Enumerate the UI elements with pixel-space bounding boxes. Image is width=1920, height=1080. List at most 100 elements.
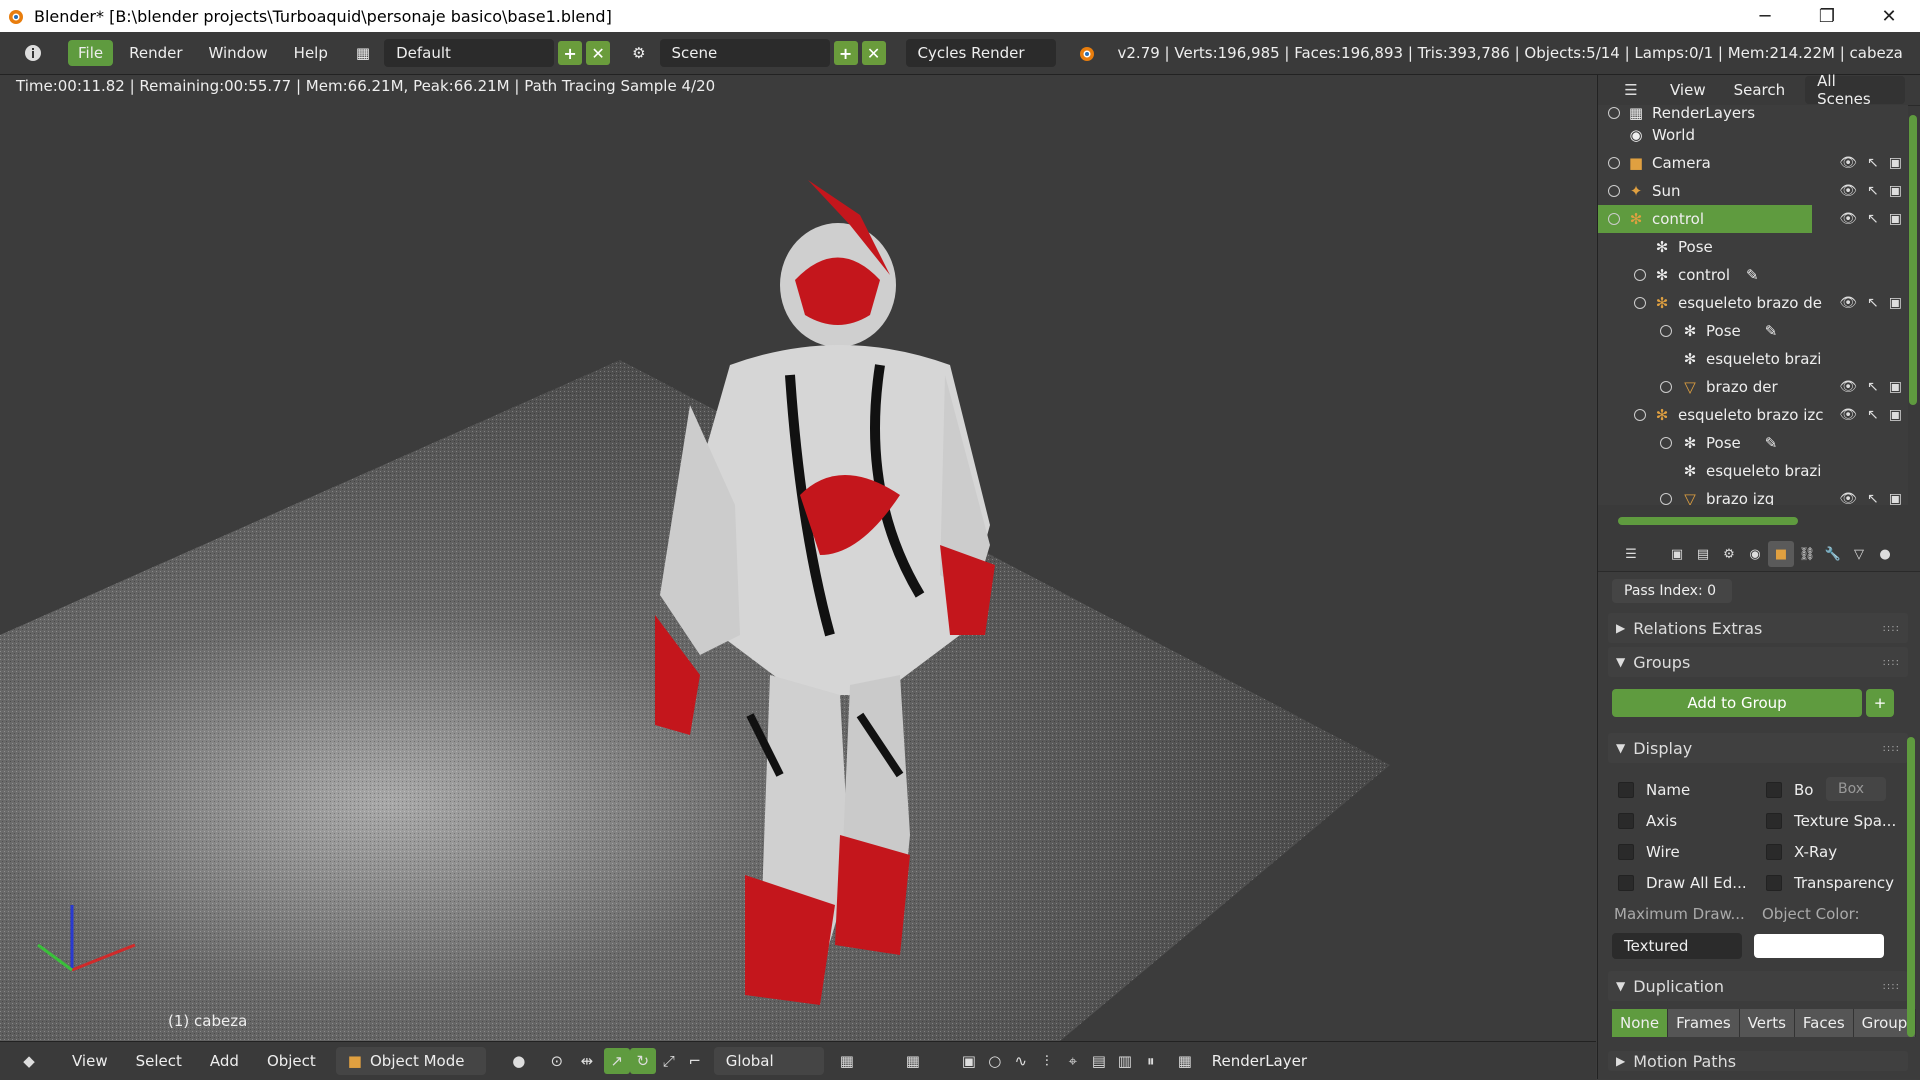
outliner-row-control-armature[interactable]: ✻ control ✎: [1598, 261, 1908, 289]
menu-window[interactable]: Window: [199, 40, 278, 66]
render-camera-icon[interactable]: ▣: [1889, 211, 1902, 227]
duplication-panel[interactable]: ▼ Duplication::::: [1608, 971, 1908, 1001]
outliner-display-mode[interactable]: All Scenes: [1805, 72, 1906, 108]
outliner-row-control[interactable]: ✻ control: [1598, 205, 1812, 233]
dup-verts-option[interactable]: Verts: [1739, 1009, 1795, 1037]
render-camera-icon[interactable]: ▣: [1889, 491, 1902, 505]
select-cursor-icon[interactable]: ↖: [1867, 407, 1879, 423]
outliner-editor-icon[interactable]: ☰: [1618, 77, 1644, 103]
outliner-row-pose-3[interactable]: ✻ Pose ✎: [1598, 429, 1908, 457]
render-layer-label[interactable]: RenderLayer: [1198, 1046, 1321, 1076]
relations-extras-panel[interactable]: ▶ Relations Extras::::: [1608, 613, 1908, 643]
pivot-icon[interactable]: ⊙: [544, 1048, 570, 1074]
remove-scene-button[interactable]: ✕: [861, 41, 886, 65]
render-camera-icon[interactable]: ▣: [1889, 379, 1902, 395]
manipulator-icon[interactable]: ⇹: [574, 1048, 600, 1074]
menu-add[interactable]: Add: [196, 1046, 253, 1076]
magnet-icon[interactable]: ⌖: [1060, 1048, 1086, 1074]
outliner-row-esqueleto-brazi[interactable]: ✻ esqueleto brazi: [1598, 345, 1908, 373]
data-tab-icon[interactable]: ▽: [1846, 541, 1872, 567]
mode-selector[interactable]: ■ Object Mode: [335, 1047, 486, 1075]
visibility-eye-icon[interactable]: 👁: [1839, 407, 1857, 423]
constraints-tab-icon[interactable]: ⛓: [1794, 541, 1820, 567]
draw-all-edges-checkbox[interactable]: Draw All Ed...: [1618, 874, 1747, 892]
minimize-button[interactable]: ─: [1734, 0, 1796, 32]
outliner-search-menu[interactable]: Search: [1724, 77, 1796, 103]
outliner-view-menu[interactable]: View: [1660, 77, 1716, 103]
bounds-checkbox[interactable]: Bo: [1766, 781, 1813, 799]
menu-select[interactable]: Select: [122, 1046, 196, 1076]
shading-sphere-icon[interactable]: ●: [506, 1048, 532, 1074]
groups-panel[interactable]: ▼ Groups::::: [1608, 647, 1908, 677]
snap-icon[interactable]: ⌐: [682, 1048, 708, 1074]
outliner-row-camera[interactable]: ■ Camera 👁 ↖ ▣: [1598, 149, 1908, 177]
render-layers-tab-icon[interactable]: ▤: [1690, 541, 1716, 567]
transparency-checkbox[interactable]: Transparency: [1766, 874, 1894, 892]
restore-button[interactable]: ❐: [1796, 0, 1858, 32]
add-to-group-button[interactable]: Add to Group: [1612, 689, 1862, 717]
render-camera-icon[interactable]: ▣: [1889, 295, 1902, 311]
outliner-row-sun[interactable]: ✦ Sun 👁 ↖ ▣: [1598, 177, 1908, 205]
add-group-plus-button[interactable]: +: [1866, 689, 1894, 717]
xray-checkbox[interactable]: X-Ray: [1766, 843, 1837, 861]
layout-icon[interactable]: ▦: [346, 40, 380, 66]
object-color-swatch[interactable]: [1754, 934, 1884, 958]
layout-selector[interactable]: Default: [384, 39, 555, 67]
select-cursor-icon[interactable]: ↖: [1867, 491, 1879, 505]
proportional-icon[interactable]: ○: [982, 1048, 1008, 1074]
menu-help[interactable]: Help: [284, 40, 338, 66]
pause-icon[interactable]: ⏸: [1138, 1048, 1164, 1074]
3d-viewport[interactable]: Time:00:11.82 | Remaining:00:55.77 | Mem…: [0, 75, 1596, 1041]
dup-none-option[interactable]: None: [1612, 1009, 1669, 1037]
world-tab-icon[interactable]: ◉: [1742, 541, 1768, 567]
motion-paths-panel[interactable]: ▶ Motion Paths: [1608, 1051, 1908, 1071]
menu-file[interactable]: File: [68, 40, 114, 66]
render-engine-selector[interactable]: Cycles Render: [905, 39, 1056, 67]
dup-frames-option[interactable]: Frames: [1668, 1009, 1740, 1037]
outliner-row-esqueleto-brazo-der[interactable]: ✻ esqueleto brazo de 👁 ↖ ▣: [1598, 289, 1908, 317]
scale-tool-icon[interactable]: ⤢: [656, 1048, 682, 1074]
outliner-row-esqueleto-brazo-izq[interactable]: ✻ esqueleto brazo izc 👁 ↖ ▣: [1598, 401, 1908, 429]
info-editor-icon[interactable]: [14, 40, 52, 66]
visibility-eye-icon[interactable]: 👁: [1839, 155, 1857, 171]
properties-scrollbar[interactable]: [1907, 737, 1915, 1037]
menu-render[interactable]: Render: [119, 40, 192, 66]
object-tab-icon[interactable]: ■: [1768, 541, 1794, 567]
name-checkbox[interactable]: Name: [1618, 781, 1690, 799]
scene-selector[interactable]: Scene: [659, 39, 830, 67]
pass-index-field[interactable]: Pass Index: 0: [1612, 579, 1732, 603]
outliner-row-world[interactable]: ◉ World: [1598, 121, 1908, 149]
properties-editor-icon[interactable]: ☰: [1618, 541, 1644, 567]
outliner-row-brazo-izq[interactable]: ▽ brazo izq 👁 ↖ ▣: [1598, 485, 1908, 505]
select-cursor-icon[interactable]: ↖: [1867, 155, 1879, 171]
add-layout-button[interactable]: +: [558, 41, 583, 65]
visibility-eye-icon[interactable]: 👁: [1839, 183, 1857, 199]
visibility-eye-icon[interactable]: 👁: [1839, 491, 1857, 505]
translate-tool-icon[interactable]: ↗: [603, 1048, 630, 1074]
render-image-icon[interactable]: ▤: [1086, 1048, 1112, 1074]
select-cursor-icon[interactable]: ↖: [1867, 211, 1879, 227]
outliner-hscrollbar[interactable]: [1618, 517, 1798, 525]
visibility-eye-icon[interactable]: 👁: [1839, 295, 1857, 311]
menu-view[interactable]: View: [58, 1046, 122, 1076]
material-tab-icon[interactable]: ●: [1872, 541, 1898, 567]
visibility-eye-icon[interactable]: 👁: [1839, 211, 1857, 227]
falloff-icon[interactable]: ∿: [1008, 1048, 1034, 1074]
render-camera-icon[interactable]: ▣: [1889, 183, 1902, 199]
bounds-type-select[interactable]: Box: [1826, 777, 1886, 801]
orientation-selector[interactable]: Global: [713, 1047, 824, 1075]
select-cursor-icon[interactable]: ↖: [1867, 295, 1879, 311]
remove-layout-button[interactable]: ✕: [586, 41, 611, 65]
lock-icon[interactable]: ▣: [956, 1048, 982, 1074]
render-camera-icon[interactable]: ▣: [1889, 155, 1902, 171]
texture-space-checkbox[interactable]: Texture Spa...: [1766, 812, 1896, 830]
select-cursor-icon[interactable]: ↖: [1867, 183, 1879, 199]
wire-checkbox[interactable]: Wire: [1618, 843, 1680, 861]
display-panel[interactable]: ▼ Display::::: [1608, 733, 1908, 763]
outliner-row-pose-2[interactable]: ✻ Pose ✎: [1598, 317, 1908, 345]
close-button[interactable]: ✕: [1858, 0, 1920, 32]
axis-checkbox[interactable]: Axis: [1618, 812, 1677, 830]
render-tab-icon[interactable]: ▣: [1664, 541, 1690, 567]
layers-icon[interactable]: ▦: [834, 1048, 860, 1074]
layers-icon-2[interactable]: ▦: [900, 1048, 926, 1074]
